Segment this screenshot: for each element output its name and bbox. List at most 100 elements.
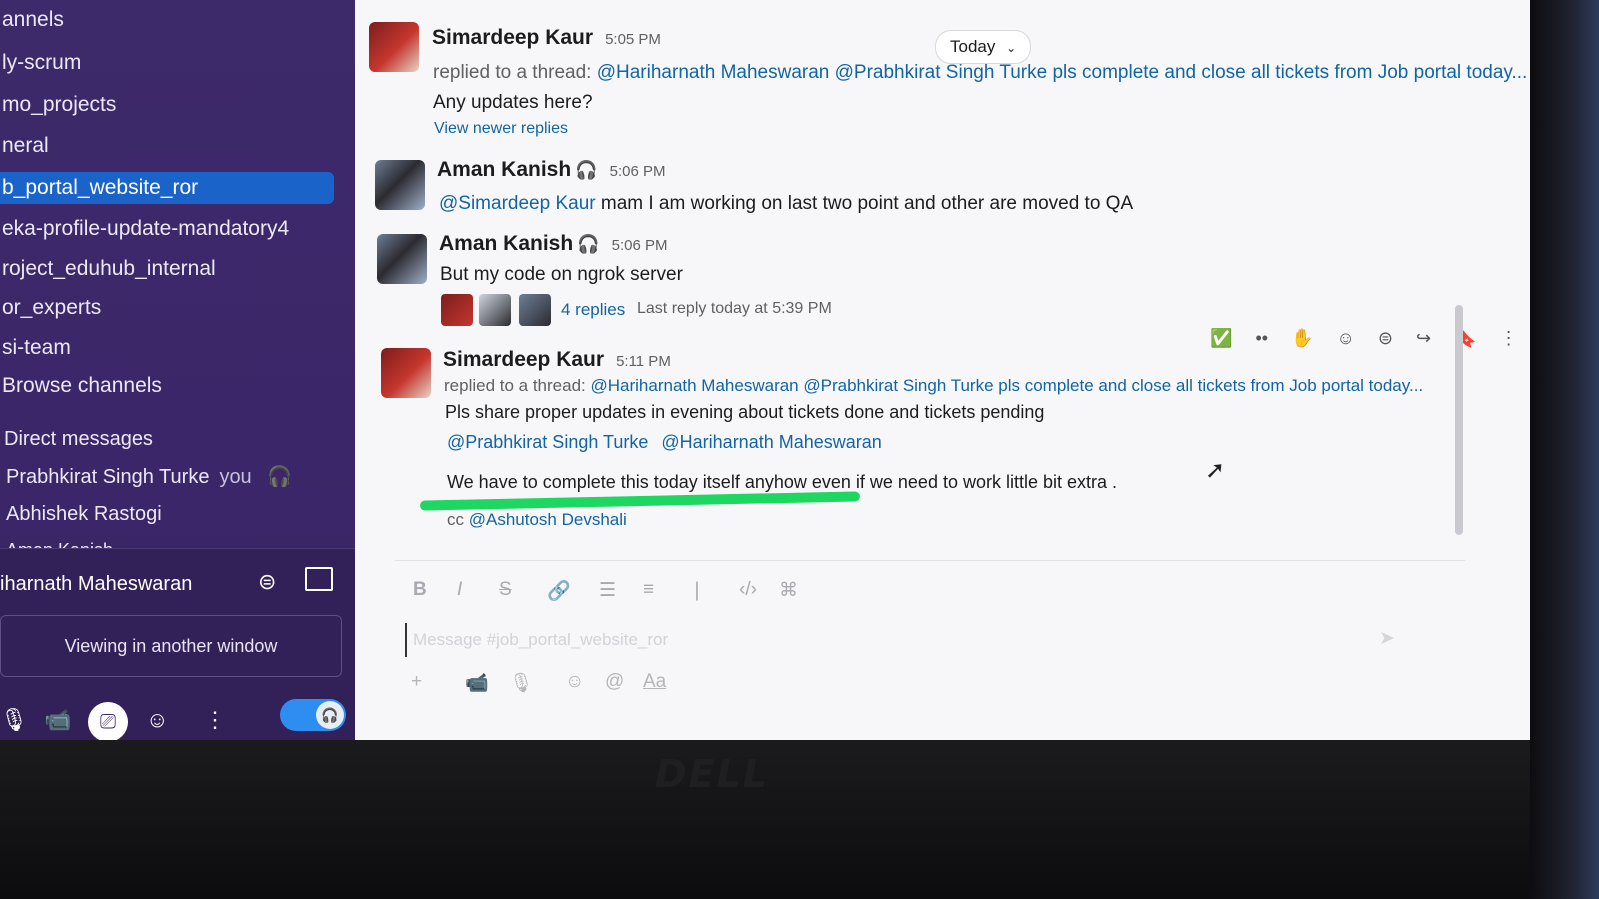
- link-icon[interactable]: 🔗: [547, 579, 571, 603]
- message: Simardeep Kaur 5:05 PM replied to a threa…: [355, 22, 1527, 142]
- dm-you-label: you: [219, 466, 252, 488]
- sender-name[interactable]: Simardeep Kaur: [443, 348, 604, 371]
- message-body: But my code on ngrok server: [440, 264, 683, 285]
- huddle-toggle[interactable]: 🎧: [280, 699, 346, 731]
- sidebar-channel-general[interactable]: neral: [0, 130, 337, 162]
- thread-link[interactable]: @Hariharnath Maheswaran @Prabhkirat Sing…: [597, 62, 1528, 83]
- reply-in-thread-icon[interactable]: ⊜: [1378, 328, 1393, 348]
- thread-link[interactable]: @Hariharnath Maheswaran @Prabhkirat Sing…: [591, 376, 1424, 395]
- avatar[interactable]: [377, 234, 427, 284]
- message-sender[interactable]: Simardeep Kaur 5:05 PM: [432, 26, 661, 50]
- eyes-reaction-icon[interactable]: ••: [1255, 328, 1268, 348]
- reply-prefix: replied to a thread:: [444, 376, 586, 395]
- sidebar-channel-daily-scrum[interactable]: ly-scrum: [0, 47, 337, 79]
- reply-avatar: [441, 294, 473, 326]
- bold-button[interactable]: B: [413, 579, 427, 601]
- add-reaction-icon[interactable]: ☺: [1337, 328, 1355, 348]
- thread-reply-context: replied to a thread: @Hariharnath Mahesw…: [433, 62, 1527, 84]
- reply-avatar: [519, 294, 551, 326]
- sidebar: annels ly-scrum mo_projects neral b_port…: [0, 0, 358, 760]
- dm-item-abhishek[interactable]: Abhishek Rastogi: [6, 503, 162, 526]
- microphone-icon[interactable]: 🎙: [509, 671, 533, 695]
- message-pane: Today ⌄ Simardeep Kaur 5:05 PM replied to…: [355, 0, 1530, 760]
- user-mention[interactable]: @Prabhkirat Singh Turke: [447, 432, 648, 452]
- bulleted-list-icon[interactable]: ≡: [643, 579, 654, 601]
- sidebar-browse-channels[interactable]: Browse channels: [0, 370, 337, 402]
- dm-name: Abhishek Rastogi: [6, 503, 162, 525]
- code-block-icon[interactable]: ⌘: [779, 579, 798, 602]
- viewing-in-another-window[interactable]: Viewing in another window: [0, 615, 342, 677]
- message-time[interactable]: 5:11 PM: [616, 353, 671, 370]
- share-icon[interactable]: ↪: [1416, 328, 1431, 348]
- headphones-icon: 🎧: [577, 234, 600, 254]
- video-clip-icon[interactable]: 📹: [465, 671, 489, 695]
- view-newer-replies-link[interactable]: View newer replies: [434, 120, 568, 138]
- huddle-thread-icon[interactable]: ⊜: [258, 569, 276, 595]
- huddle-popout-icon[interactable]: [305, 567, 333, 591]
- message-time[interactable]: 5:06 PM: [612, 237, 668, 254]
- microphone-icon[interactable]: 🎙: [0, 707, 28, 733]
- sender-name[interactable]: Aman Kanish: [437, 158, 571, 181]
- message-body: Pls share proper updates in evening abou…: [445, 402, 1045, 422]
- message-body: @Simardeep Kaur mam I am working on last…: [439, 193, 1133, 215]
- sender-name[interactable]: Aman Kanish: [439, 232, 573, 255]
- avatar[interactable]: [375, 160, 425, 210]
- huddle-bar: iharnath Maheswaran ⊜ Viewing in another…: [0, 548, 358, 760]
- emoji-icon[interactable]: ☺: [565, 671, 584, 693]
- more-options-icon[interactable]: ⋮: [204, 707, 226, 733]
- mouse-pointer-icon: ➚: [1205, 457, 1226, 484]
- sender-name[interactable]: Simardeep Kaur: [432, 26, 593, 49]
- laptop-right-edge: [1530, 0, 1599, 899]
- headphones-icon: 🎧: [316, 701, 344, 729]
- screen-share-icon[interactable]: ⎚: [88, 702, 128, 742]
- send-icon[interactable]: ➤: [1379, 627, 1395, 650]
- emoji-icon[interactable]: ☺: [146, 707, 168, 733]
- message-body-2: We have to complete this today itself an…: [447, 472, 1118, 492]
- headphones-icon: 🎧: [267, 466, 293, 488]
- message: Aman Kanish 🎧 5:06 PM @Simardeep Kaur mam …: [355, 156, 1495, 226]
- blockquote-icon[interactable]: ❘: [689, 579, 705, 602]
- sidebar-channel-channels-header[interactable]: annels: [0, 4, 337, 36]
- headphones-icon: 🎧: [575, 160, 598, 180]
- formatting-toggle-button[interactable]: Aa: [643, 671, 666, 693]
- user-mention[interactable]: @Ashutosh Devshali: [469, 510, 627, 529]
- avatar[interactable]: [369, 22, 419, 72]
- plus-icon[interactable]: +: [411, 671, 422, 693]
- message-time[interactable]: 5:06 PM: [610, 163, 666, 180]
- message-sender[interactable]: Aman Kanish 🎧 5:06 PM: [439, 232, 668, 256]
- user-mention[interactable]: @Hariharnath Maheswaran: [661, 432, 881, 452]
- replies-count-link[interactable]: 4 replies: [561, 300, 625, 320]
- direct-messages-header[interactable]: Direct messages: [4, 428, 153, 451]
- code-icon[interactable]: ‹/›: [739, 579, 757, 601]
- huddle-participant-name: iharnath Maheswaran: [0, 573, 193, 595]
- checkmark-reaction-icon[interactable]: ✅: [1210, 328, 1232, 348]
- last-reply-time: Last reply today at 5:39 PM: [637, 300, 832, 317]
- scrollbar[interactable]: [1455, 305, 1463, 535]
- message-text: mam I am working on last two point and o…: [600, 193, 1134, 214]
- dell-logo: DELL: [655, 752, 769, 796]
- raised-hands-reaction-icon[interactable]: ✋: [1291, 328, 1313, 348]
- message-input[interactable]: [405, 623, 1415, 657]
- ordered-list-icon[interactable]: ☰: [599, 579, 616, 602]
- message-sender[interactable]: Aman Kanish 🎧 5:06 PM: [437, 158, 666, 182]
- sidebar-channel-project-eduhub-internal[interactable]: roject_eduhub_internal: [0, 253, 337, 285]
- more-actions-icon[interactable]: ⋮: [1500, 328, 1518, 348]
- sidebar-channel-experts[interactable]: or_experts: [0, 292, 337, 324]
- avatar[interactable]: [381, 348, 431, 398]
- reply-prefix: replied to a thread:: [433, 62, 592, 83]
- message-sender[interactable]: Simardeep Kaur 5:11 PM: [443, 348, 671, 372]
- cc-label: cc: [447, 510, 464, 529]
- message: Simardeep Kaur 5:11 PM replied to a threa…: [355, 346, 1495, 546]
- sidebar-channel-profile-update[interactable]: eka-profile-update-mandatory4: [0, 213, 337, 245]
- dm-item-prabhkirat[interactable]: Prabhkirat Singh Turke you 🎧: [6, 464, 292, 489]
- video-off-icon[interactable]: 📹: [44, 707, 71, 733]
- italic-button[interactable]: I: [457, 579, 462, 601]
- sidebar-channel-demo-projects[interactable]: mo_projects: [0, 89, 337, 121]
- user-mention[interactable]: @Simardeep Kaur: [439, 193, 596, 214]
- sidebar-channel-job-portal-website-ror[interactable]: b_portal_website_ror: [0, 172, 334, 204]
- sidebar-channel-team[interactable]: si-team: [0, 332, 337, 364]
- message-time[interactable]: 5:05 PM: [605, 31, 661, 48]
- mention-icon[interactable]: @: [605, 671, 624, 693]
- mention-line: @Prabhkirat Singh Turke @Hariharnath Mah…: [447, 432, 882, 453]
- strikethrough-button[interactable]: S: [499, 579, 512, 601]
